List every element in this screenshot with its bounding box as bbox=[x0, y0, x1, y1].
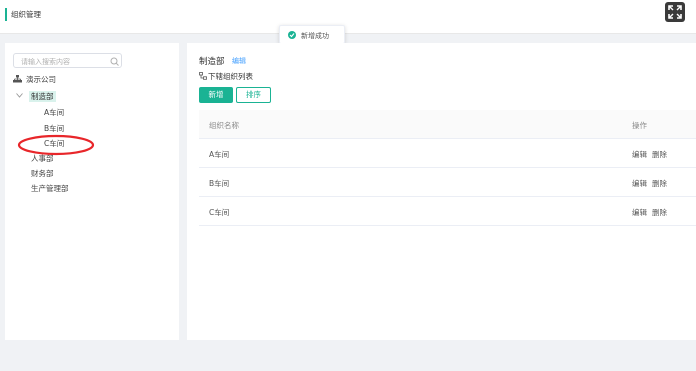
search-input[interactable]: 请输入搜索内容 bbox=[13, 53, 122, 68]
red-circle-annotation bbox=[17, 134, 95, 156]
row-delete-button[interactable]: 删除 bbox=[652, 207, 667, 218]
table-row: C车间 编辑 删除 bbox=[199, 197, 696, 226]
table-header: 组织名称 操作 bbox=[199, 110, 696, 139]
row-edit-button[interactable]: 编辑 bbox=[632, 178, 647, 189]
column-header-actions: 操作 bbox=[632, 121, 647, 130]
hierarchy-icon bbox=[199, 72, 207, 80]
table-row: B车间 编辑 删除 bbox=[199, 168, 696, 197]
add-button[interactable]: 新增 bbox=[199, 87, 233, 103]
row-edit-button[interactable]: 编辑 bbox=[632, 149, 647, 160]
column-header-name: 组织名称 bbox=[209, 121, 239, 130]
title-accent-bar bbox=[5, 8, 7, 21]
sub-org-list-label: 下辖组织列表 bbox=[208, 72, 253, 81]
row-org-name: B车间 bbox=[209, 179, 230, 188]
detail-panel: 制造部 编辑 下辖组织列表 新增 排序 组织名称 操作 A车间 编辑 删除 B车… bbox=[187, 43, 696, 340]
table-row: A车间 编辑 删除 bbox=[199, 139, 696, 168]
row-edit-button[interactable]: 编辑 bbox=[632, 207, 647, 218]
tree-node-finance[interactable]: 财务部 bbox=[31, 168, 54, 179]
success-check-icon bbox=[288, 31, 296, 39]
top-bar: 组织管理 bbox=[0, 0, 696, 34]
org-structure-icon bbox=[13, 75, 22, 83]
edit-department-link[interactable]: 编辑 bbox=[232, 56, 246, 66]
fullscreen-button[interactable] bbox=[665, 2, 685, 22]
tree-node-root[interactable]: 演示公司 bbox=[26, 74, 56, 85]
row-delete-button[interactable]: 删除 bbox=[652, 178, 667, 189]
search-placeholder: 请输入搜索内容 bbox=[21, 58, 70, 66]
page-title: 组织管理 bbox=[11, 10, 41, 19]
search-icon[interactable] bbox=[110, 57, 119, 66]
org-tree-panel: 请输入搜索内容 演示公司 制造部 A车间 B车间 C车间 人事部 财务部 生产管… bbox=[5, 43, 179, 340]
tree-node-production-mgmt[interactable]: 生产管理部 bbox=[31, 183, 69, 194]
row-org-name: A车间 bbox=[209, 150, 230, 159]
tree-node-manufacturing[interactable]: 制造部 bbox=[29, 91, 56, 102]
tree-node-workshop-b[interactable]: B车间 bbox=[44, 123, 64, 134]
department-name: 制造部 bbox=[199, 57, 225, 67]
row-org-name: C车间 bbox=[209, 208, 230, 217]
sort-button[interactable]: 排序 bbox=[236, 87, 271, 103]
expand-icon bbox=[668, 5, 682, 19]
success-toast: 新增成功 bbox=[279, 25, 345, 44]
tree-node-workshop-a[interactable]: A车间 bbox=[44, 107, 64, 118]
toast-message: 新增成功 bbox=[301, 32, 329, 40]
row-delete-button[interactable]: 删除 bbox=[652, 149, 667, 160]
chevron-down-icon[interactable] bbox=[16, 93, 23, 98]
